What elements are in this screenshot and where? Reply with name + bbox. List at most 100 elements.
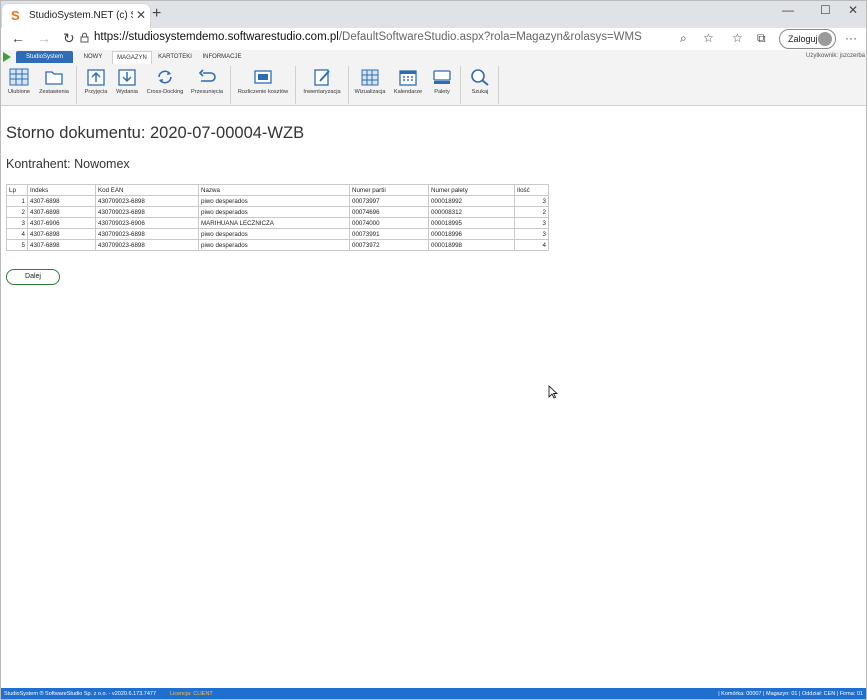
items-table: Lp Indeks Kod EAN Nazwa Numer partii Num… — [6, 184, 549, 251]
window-close-icon[interactable]: ✕ — [848, 3, 858, 17]
col-paleta: Numer palety — [428, 184, 515, 196]
cell-nazwa: piwo desperados — [198, 239, 350, 251]
close-tab-icon[interactable]: ✕ — [136, 8, 146, 22]
ribbon-palety-button[interactable]: Palety — [428, 68, 456, 95]
ribbon-label: Przesunięcia — [190, 89, 224, 95]
table-row: 4 4307-6898 430709023-6898 piwo desperad… — [6, 228, 549, 240]
ribbon-separator — [460, 66, 461, 104]
cell-indeks: 4307-6898 — [27, 195, 96, 207]
play-icon[interactable] — [3, 52, 11, 62]
tab-nowy[interactable]: NOWY — [80, 51, 106, 63]
cell-ean: 430709023-6898 — [95, 239, 199, 251]
ribbon-label: Szukaj — [471, 89, 489, 95]
ribbon-rozliczenie-button[interactable]: Rozliczenie kosztów — [234, 68, 292, 95]
col-ilosc: Ilość — [514, 184, 549, 196]
ribbon-label: Rozliczenie kosztów — [237, 89, 289, 95]
login-label: Zaloguj — [788, 34, 818, 44]
cell-paleta: 000018996 — [428, 228, 515, 240]
issue-icon — [118, 69, 136, 86]
ribbon-inwentaryzacja-button[interactable]: Inwentaryzacja — [300, 68, 344, 95]
maximize-icon[interactable]: ☐ — [820, 3, 831, 17]
ribbon-label: Wydania — [116, 89, 138, 95]
cost-icon — [254, 70, 272, 84]
star-icon[interactable]: ☆ — [703, 31, 714, 45]
tab-title: StudioSystem.NET (c) SoftwareSt — [29, 10, 133, 21]
ribbon-przesuniecia-button[interactable]: Przesunięcia — [189, 68, 225, 95]
lock-icon — [80, 32, 89, 46]
table-row: 1 4307-6898 430709023-6898 piwo desperad… — [6, 195, 549, 207]
cell-partia: 00073997 — [349, 195, 429, 207]
ribbon-separator — [76, 66, 77, 104]
cell-partia: 00074000 — [349, 217, 429, 229]
back-icon[interactable]: ← — [11, 30, 25, 46]
cell-ean: 430709023-6906 — [95, 217, 199, 229]
tab-kartoteki[interactable]: KARTOTEKI — [157, 51, 193, 63]
cell-paleta: 000018992 — [428, 195, 515, 207]
tab-studiosystem[interactable]: StudioSystem — [16, 51, 73, 63]
ribbon-wydania-button[interactable]: Wydania — [114, 68, 140, 95]
tab-informacje[interactable]: INFORMACJE — [200, 51, 244, 63]
ribbon-ulubione-button[interactable]: Ulubione — [4, 68, 34, 95]
cell-ilosc: 3 — [514, 217, 549, 229]
receive-icon — [87, 69, 105, 86]
address-bar: ← → ↻ https://studiosystemdemo.softwares… — [0, 28, 867, 51]
cell-ean: 430709023-6898 — [95, 228, 199, 240]
ribbon-separator — [348, 66, 349, 104]
more-icon[interactable]: ··· — [845, 31, 857, 45]
ribbon-zestawienia-button[interactable]: Zestawienia — [36, 68, 72, 95]
cell-ilosc: 4 — [514, 239, 549, 251]
status-bar: StudioSystem ® SoftwareStudio Sp. z o.o.… — [0, 688, 867, 700]
cell-ean: 430709023-6898 — [95, 195, 199, 207]
table-header-row: Lp Indeks Kod EAN Nazwa Numer partii Num… — [6, 184, 549, 196]
browser-tab[interactable]: S StudioSystem.NET (c) SoftwareSt ✕ — [2, 4, 150, 28]
app-menu-bar: StudioSystem NOWY MAGAZYN KARTOTEKI INFO… — [0, 50, 867, 65]
minimize-icon[interactable]: — — [782, 3, 794, 17]
ribbon-szukaj-button[interactable]: Szukaj — [466, 68, 494, 95]
crossdock-icon — [158, 70, 172, 84]
cell-indeks: 4307-6906 — [27, 217, 96, 229]
mouse-cursor-icon — [548, 385, 558, 399]
cell-paleta: 000018995 — [428, 217, 515, 229]
url-path: /DefaultSoftwareStudio.aspx?rola=Magazyn… — [338, 31, 642, 43]
ribbon-crossdocking-button[interactable]: Cross-Docking — [145, 68, 185, 95]
col-nazwa: Nazwa — [198, 184, 350, 196]
cell-ilosc: 3 — [514, 228, 549, 240]
cell-partia: 00073991 — [349, 228, 429, 240]
license-label: Licencja: CLIENT — [170, 691, 213, 697]
contractor-label: Kontrahent: Nowomex — [6, 157, 130, 171]
version-label: StudioSystem ® SoftwareStudio Sp. z o.o.… — [4, 691, 157, 697]
col-lp: Lp — [6, 184, 28, 196]
forward-icon[interactable]: → — [37, 30, 51, 46]
ribbon-label: Wizualizacja — [354, 89, 386, 95]
new-tab-icon[interactable]: + — [152, 5, 161, 23]
ribbon-label: Kalendarze — [393, 89, 423, 95]
ribbon-kalendarze-button[interactable]: Kalendarze — [392, 68, 424, 95]
col-partia: Numer partii — [349, 184, 429, 196]
cell-lp: 4 — [6, 228, 28, 240]
ribbon-przyjecia-button[interactable]: Przyjęcia — [82, 68, 110, 95]
move-icon — [198, 69, 216, 82]
ribbon-wizualizacja-button[interactable]: Wizualizacja — [352, 68, 388, 95]
zoom-icon[interactable]: ⌕ — [680, 31, 687, 46]
cell-lp: 1 — [6, 195, 28, 207]
table-row: 2 4307-6898 430709023-6898 piwo desperad… — [6, 206, 549, 218]
favicon-icon: S — [11, 8, 20, 23]
calendar-icon — [399, 70, 417, 86]
tab-magazyn[interactable]: MAGAZYN — [112, 51, 152, 64]
collections-icon[interactable]: ⧉ — [757, 31, 766, 46]
refresh-icon[interactable]: ↻ — [63, 30, 75, 47]
favorites-icon[interactable]: ☆ — [732, 31, 743, 45]
cell-lp: 5 — [6, 239, 28, 251]
ribbon-separator — [230, 66, 231, 104]
cell-paleta: 000018998 — [428, 239, 515, 251]
login-button[interactable]: Zaloguj — [779, 29, 836, 49]
next-button[interactable]: Dalej — [6, 269, 60, 285]
grid-icon — [9, 68, 29, 86]
cell-lp: 2 — [6, 206, 28, 218]
pallet-icon — [433, 70, 451, 84]
session-info: | Komórka: 00007 | Magazyn: 01 | Oddział… — [718, 691, 863, 697]
url-host: https://studiosystemdemo.softwarestudio.… — [94, 31, 339, 43]
search-icon — [471, 69, 489, 86]
url-field[interactable]: https://studiosystemdemo.softwarestudio.… — [94, 31, 642, 43]
col-indeks: Indeks — [27, 184, 96, 196]
